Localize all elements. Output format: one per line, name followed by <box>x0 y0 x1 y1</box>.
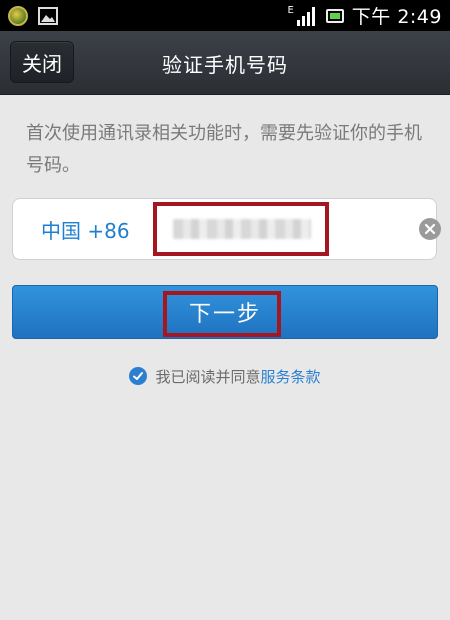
close-button[interactable]: 关闭 <box>10 41 74 83</box>
gallery-icon <box>38 6 58 25</box>
signal-icon <box>296 6 315 26</box>
checkbox-checked-icon[interactable] <box>129 367 148 385</box>
app-notification-icon <box>8 5 28 26</box>
description-text: 首次使用通讯录相关功能时，需要先验证你的手机号码。 <box>26 123 422 176</box>
title-bar: 关闭 验证手机号码 <box>0 31 450 95</box>
agreement-label: 我已阅读并同意 <box>155 367 261 386</box>
close-x-icon <box>424 223 436 235</box>
phone-input-highlight <box>153 202 329 256</box>
country-code-selector[interactable]: 中国 +86 <box>41 199 130 259</box>
terms-link[interactable]: 服务条款 <box>261 368 321 386</box>
battery-icon <box>325 8 344 23</box>
status-left <box>8 5 58 26</box>
clock: 下午 2:49 <box>351 6 442 28</box>
status-bar: E 下午 2:49 <box>0 0 450 31</box>
next-button-label: 下一步 <box>188 302 261 327</box>
next-button[interactable]: 下一步 <box>12 285 438 339</box>
phone-input-card: 中国 +86 <box>12 198 441 260</box>
network-type-label: E <box>287 5 294 16</box>
status-right: E 下午 2:49 <box>287 2 442 29</box>
check-icon <box>133 372 144 380</box>
agreement-row: 我已阅读并同意服务条款 <box>0 364 450 388</box>
agreement-text: 我已阅读并同意服务条款 <box>155 366 320 387</box>
clear-icon[interactable] <box>419 218 441 240</box>
